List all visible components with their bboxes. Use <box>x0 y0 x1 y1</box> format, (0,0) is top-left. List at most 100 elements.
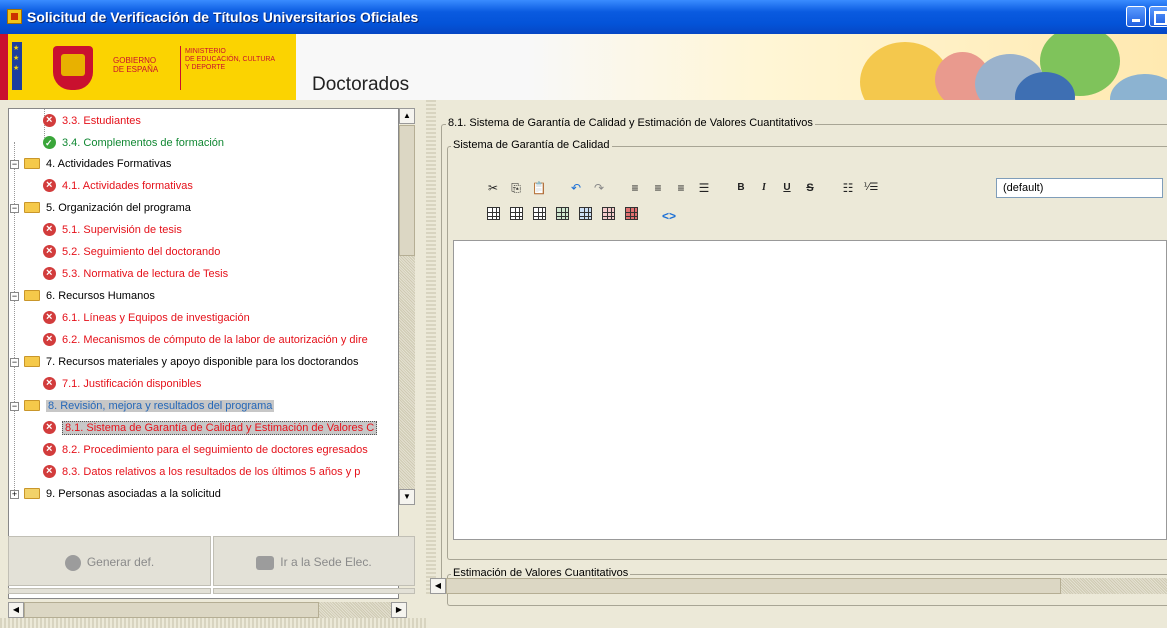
paste-icon[interactable]: 📋 <box>530 179 548 197</box>
panel-splitter[interactable] <box>0 618 426 628</box>
check-icon <box>43 132 56 154</box>
strikethrough-button[interactable]: S <box>801 179 819 197</box>
decor-shape <box>1110 74 1167 100</box>
section-title: 8.1. Sistema de Garantía de Calidad y Es… <box>446 117 815 129</box>
scroll-up-icon[interactable]: ▲ <box>399 108 415 124</box>
tree-item-label: 5.1. Supervisión de tesis <box>62 224 182 236</box>
scroll-right-icon[interactable]: ▶ <box>391 602 407 618</box>
tree-horizontal-scrollbar[interactable]: ◀ ▶ <box>8 602 407 618</box>
underline-button[interactable]: U <box>778 179 796 197</box>
delete-table-icon[interactable] <box>622 207 640 225</box>
folder-open-icon <box>24 399 40 411</box>
insert-table-icon[interactable] <box>484 207 502 225</box>
tree-folder-9[interactable]: 9. Personas asociadas a la solicitud <box>24 483 221 505</box>
government-logo: GOBIERNO DE ESPAÑA MINISTERIO DE EDUCACI… <box>8 34 296 100</box>
collapse-icon[interactable]: − <box>10 402 19 411</box>
tree-item-7-1[interactable]: 7.1. Justificación disponibles <box>43 372 202 395</box>
window-title-bar: Solicitud de Verificación de Títulos Uni… <box>0 0 1167 34</box>
scroll-thumb[interactable] <box>446 578 1061 594</box>
folder-open-icon <box>24 201 40 213</box>
tree-item-5-3[interactable]: 5.3. Normativa de lectura de Tesis <box>43 262 228 285</box>
tree-folder-7[interactable]: 7. Recursos materiales y apoyo disponibl… <box>24 351 358 373</box>
flag-icon <box>12 42 22 90</box>
collapse-icon[interactable]: − <box>10 160 19 169</box>
tree-folder-6[interactable]: 6. Recursos Humanos <box>24 285 155 307</box>
font-select[interactable]: (default) <box>996 178 1163 198</box>
bold-button[interactable]: B <box>732 179 750 197</box>
tree-item-label: 8.3. Datos relativos a los resultados de… <box>62 466 361 478</box>
tree-item-label-selected: 8. Revisión, mejora y resultados del pro… <box>46 400 275 412</box>
error-icon <box>43 438 56 460</box>
tree-item-3-4[interactable]: 3.4. Complementos de formación <box>43 132 224 154</box>
redo-icon[interactable]: ↷ <box>590 179 608 197</box>
tree-item-5-1[interactable]: 5.1. Supervisión de tesis <box>43 218 182 241</box>
justify-icon[interactable]: ☰ <box>695 179 713 197</box>
tree-item-label: 4.1. Actividades formativas <box>62 180 193 192</box>
maximize-button[interactable] <box>1149 6 1167 27</box>
content-horizontal-scrollbar[interactable]: ◀ <box>430 578 1167 594</box>
scroll-track[interactable] <box>399 256 415 489</box>
undo-icon[interactable]: ↶ <box>567 179 585 197</box>
insert-column-icon[interactable] <box>553 207 571 225</box>
main-splitter[interactable] <box>426 100 436 594</box>
rich-text-editor[interactable] <box>453 240 1167 540</box>
italic-button[interactable]: I <box>755 179 773 197</box>
error-icon <box>43 328 56 350</box>
collapse-icon[interactable]: − <box>10 358 19 367</box>
delete-column-icon[interactable] <box>599 207 617 225</box>
action-button-row-2[interactable] <box>8 588 211 594</box>
collapse-icon[interactable]: − <box>10 292 19 301</box>
tree-item-8-2[interactable]: 8.2. Procedimiento para el seguimiento d… <box>43 438 368 461</box>
delete-row-icon[interactable] <box>576 207 594 225</box>
numbered-list-icon[interactable]: ⅟☰ <box>862 179 880 197</box>
tree-folder-4[interactable]: 4. Actividades Formativas <box>24 153 171 175</box>
collapse-icon[interactable]: − <box>10 204 19 213</box>
source-code-icon[interactable]: <> <box>660 207 678 225</box>
bullet-list-icon[interactable]: ☷ <box>839 179 857 197</box>
scroll-left-icon[interactable]: ◀ <box>430 578 446 594</box>
tree-item-label: 3.3. Estudiantes <box>62 115 141 127</box>
tree-vertical-scrollbar[interactable]: ▲ ▼ <box>399 108 415 602</box>
tree-item-label: 9. Personas asociadas a la solicitud <box>46 488 221 500</box>
action-button-row-2[interactable] <box>213 588 415 594</box>
minimize-button[interactable] <box>1126 6 1146 27</box>
align-center-icon[interactable]: ≡ <box>649 179 667 197</box>
tree-folder-8[interactable]: 8. Revisión, mejora y resultados del pro… <box>24 395 275 417</box>
module-title: Doctorados <box>312 74 410 95</box>
go-to-sede-button[interactable]: Ir a la Sede Elec. <box>213 536 415 586</box>
tree-item-6-1[interactable]: 6.1. Líneas y Equipos de investigación <box>43 306 250 329</box>
tree-folder-5[interactable]: 5. Organización del programa <box>24 197 191 219</box>
tree-item-8-3[interactable]: 8.3. Datos relativos a los resultados de… <box>43 460 361 483</box>
expand-icon[interactable]: + <box>10 490 19 499</box>
banner-red-strip <box>0 34 8 100</box>
generate-label: Generar def. <box>86 555 155 569</box>
table-properties-icon[interactable] <box>507 207 525 225</box>
align-right-icon[interactable]: ≡ <box>672 179 690 197</box>
cut-icon[interactable]: ✂ <box>484 179 502 197</box>
tree-item-8-1[interactable]: 8.1. Sistema de Garantía de Calidad y Es… <box>43 416 378 439</box>
scroll-left-icon[interactable]: ◀ <box>8 602 24 618</box>
insert-row-icon[interactable] <box>530 207 548 225</box>
tree-item-3-3[interactable]: 3.3. Estudiantes <box>43 109 141 132</box>
navigation-panel: 3.3. Estudiantes 3.4. Complementos de fo… <box>0 100 426 628</box>
error-icon <box>43 109 56 131</box>
quality-legend: Sistema de Garantía de Calidad <box>451 139 612 151</box>
logo-divider <box>180 46 181 90</box>
section-tree[interactable]: 3.3. Estudiantes 3.4. Complementos de fo… <box>8 108 399 599</box>
tree-item-label: 6. Recursos Humanos <box>46 290 155 302</box>
align-left-icon[interactable]: ≡ <box>626 179 644 197</box>
folder-open-icon <box>24 157 40 169</box>
tree-item-label-selected: 8.1. Sistema de Garantía de Calidad y Es… <box>62 421 378 435</box>
tree-item-label: 7.1. Justificación disponibles <box>62 378 202 390</box>
scroll-thumb[interactable] <box>24 602 319 618</box>
gear-icon <box>64 554 81 571</box>
generate-definitive-button[interactable]: Generar def. <box>8 536 211 586</box>
error-icon <box>43 372 56 394</box>
tree-item-5-2[interactable]: 5.2. Seguimiento del doctorando <box>43 240 220 263</box>
sede-label: Ir a la Sede Elec. <box>280 555 372 569</box>
tree-item-6-2[interactable]: 6.2. Mecanismos de cómputo de la labor d… <box>43 328 368 351</box>
tree-item-4-1[interactable]: 4.1. Actividades formativas <box>43 174 193 197</box>
copy-icon[interactable]: ⎘ <box>507 179 525 197</box>
scroll-thumb[interactable] <box>399 125 415 256</box>
scroll-down-icon[interactable]: ▼ <box>399 489 415 505</box>
